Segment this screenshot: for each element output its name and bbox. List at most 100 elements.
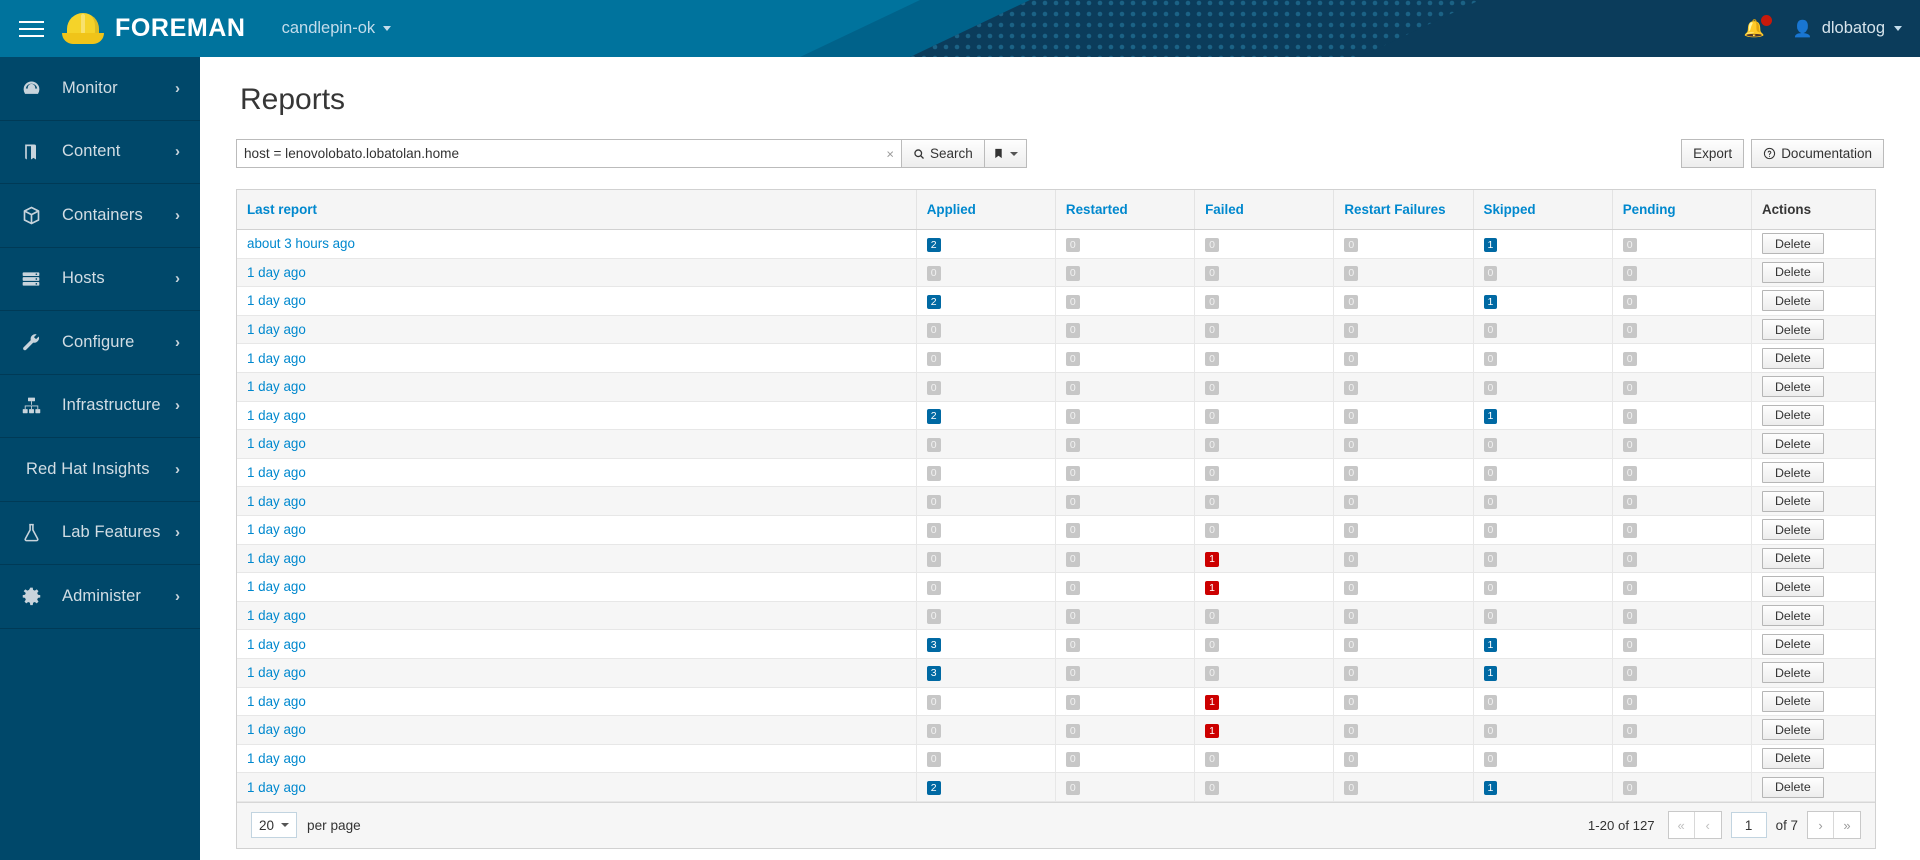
column-header-restart-failures[interactable]: Restart Failures bbox=[1333, 190, 1474, 230]
cell-failed: 0 bbox=[1194, 744, 1335, 774]
delete-button[interactable]: Delete bbox=[1761, 290, 1824, 312]
column-header-pending[interactable]: Pending bbox=[1612, 190, 1752, 230]
status-badge-pending: 0 bbox=[1622, 609, 1637, 624]
delete-button[interactable]: Delete bbox=[1761, 347, 1824, 369]
report-link[interactable]: 1 day ago bbox=[247, 465, 306, 480]
delete-button[interactable]: Delete bbox=[1761, 404, 1824, 426]
first-page-button[interactable]: « bbox=[1668, 812, 1695, 839]
report-link[interactable]: 1 day ago bbox=[247, 293, 306, 308]
cell-restarted: 0 bbox=[1055, 315, 1196, 345]
report-link[interactable]: 1 day ago bbox=[247, 379, 306, 394]
status-badge-pending: 0 bbox=[1622, 266, 1637, 281]
organization-label: candlepin-ok bbox=[281, 19, 376, 37]
report-link[interactable]: 1 day ago bbox=[247, 494, 306, 509]
search-button[interactable]: Search bbox=[901, 139, 985, 168]
documentation-button[interactable]: Documentation bbox=[1751, 139, 1884, 168]
sidebar-item-lab-features[interactable]: Lab Features › bbox=[0, 502, 200, 565]
cell-skipped: 0 bbox=[1473, 458, 1613, 488]
delete-button[interactable]: Delete bbox=[1761, 261, 1824, 283]
cell-pending: 0 bbox=[1612, 343, 1752, 373]
hamburger-icon-bar bbox=[18, 20, 44, 23]
delete-button[interactable]: Delete bbox=[1761, 490, 1824, 512]
delete-button[interactable]: Delete bbox=[1761, 662, 1824, 684]
column-header-skipped[interactable]: Skipped bbox=[1473, 190, 1613, 230]
report-link[interactable]: 1 day ago bbox=[247, 551, 306, 566]
delete-button[interactable]: Delete bbox=[1761, 462, 1824, 484]
user-menu[interactable]: 👤 dlobatog bbox=[1783, 19, 1902, 39]
report-link[interactable]: 1 day ago bbox=[247, 751, 306, 766]
menu-toggle-button[interactable] bbox=[0, 0, 62, 57]
delete-button[interactable]: Delete bbox=[1761, 433, 1824, 455]
sidebar-item-label: Red Hat Insights bbox=[26, 459, 150, 478]
delete-button[interactable]: Delete bbox=[1761, 633, 1824, 655]
report-link[interactable]: 1 day ago bbox=[247, 351, 306, 366]
column-header-failed[interactable]: Failed bbox=[1194, 190, 1335, 230]
export-button[interactable]: Export bbox=[1681, 139, 1745, 168]
cell-failed: 0 bbox=[1194, 629, 1335, 659]
cell-last-report: 1 day ago bbox=[237, 772, 917, 802]
status-badge-applied: 2 bbox=[926, 409, 941, 424]
sidebar-item-infrastructure[interactable]: Infrastructure › bbox=[0, 375, 200, 438]
per-page-select[interactable]: 20 bbox=[251, 812, 298, 839]
organization-selector[interactable]: candlepin-ok bbox=[282, 19, 392, 38]
sidebar-item-red-hat-insights[interactable]: Red Hat Insights › bbox=[0, 438, 200, 502]
report-link[interactable]: 1 day ago bbox=[247, 637, 306, 652]
delete-button[interactable]: Delete bbox=[1761, 605, 1824, 627]
report-link[interactable]: 1 day ago bbox=[247, 780, 306, 795]
search-input[interactable] bbox=[237, 140, 901, 167]
last-page-button[interactable]: » bbox=[1834, 812, 1860, 839]
column-header-restarted[interactable]: Restarted bbox=[1055, 190, 1196, 230]
report-link[interactable]: 1 day ago bbox=[247, 694, 306, 709]
sidebar-item-monitor[interactable]: Monitor › bbox=[0, 57, 200, 121]
page-number-input[interactable] bbox=[1730, 812, 1767, 839]
delete-button[interactable]: Delete bbox=[1761, 233, 1824, 255]
cell-failed: 1 bbox=[1194, 715, 1335, 745]
column-header-applied[interactable]: Applied bbox=[916, 190, 1056, 230]
report-link[interactable]: 1 day ago bbox=[247, 608, 306, 623]
report-link[interactable]: 1 day ago bbox=[247, 665, 306, 680]
search-input-wrapper: × bbox=[236, 139, 901, 168]
status-badge-applied: 0 bbox=[926, 609, 941, 624]
notifications-button[interactable]: 🔔 bbox=[1726, 15, 1783, 37]
table-row: 1 day ago 3 0 0 0 1 0 Delete bbox=[237, 629, 1875, 659]
delete-button[interactable]: Delete bbox=[1761, 776, 1824, 798]
delete-button[interactable]: Delete bbox=[1761, 690, 1824, 712]
delete-button[interactable]: Delete bbox=[1761, 319, 1824, 341]
sidebar-item-hosts[interactable]: Hosts › bbox=[0, 248, 200, 311]
report-link[interactable]: 1 day ago bbox=[247, 722, 306, 737]
cell-pending: 0 bbox=[1612, 315, 1752, 345]
report-link[interactable]: 1 day ago bbox=[247, 522, 306, 537]
sidebar-item-configure[interactable]: Configure › bbox=[0, 311, 200, 375]
column-header-last-report[interactable]: Last report bbox=[237, 190, 917, 230]
clear-search-icon[interactable]: × bbox=[886, 147, 894, 160]
cell-last-report: 1 day ago bbox=[237, 744, 917, 774]
next-page-button[interactable]: › bbox=[1808, 812, 1834, 839]
sidebar-item-containers[interactable]: Containers › bbox=[0, 184, 200, 248]
report-link[interactable]: 1 day ago bbox=[247, 436, 306, 451]
delete-button[interactable]: Delete bbox=[1761, 747, 1824, 769]
delete-button[interactable]: Delete bbox=[1761, 547, 1824, 569]
report-link[interactable]: 1 day ago bbox=[247, 265, 306, 280]
delete-button[interactable]: Delete bbox=[1761, 576, 1824, 598]
cell-restart-failures: 0 bbox=[1333, 286, 1474, 316]
status-badge-pending: 0 bbox=[1622, 409, 1637, 424]
sidebar-item-content[interactable]: Content › bbox=[0, 121, 200, 184]
cell-skipped: 0 bbox=[1473, 601, 1613, 631]
brand-logo[interactable]: FOREMAN bbox=[62, 12, 246, 46]
report-link[interactable]: 1 day ago bbox=[247, 408, 306, 423]
cell-last-report: 1 day ago bbox=[237, 658, 917, 688]
bookmark-dropdown-button[interactable] bbox=[984, 139, 1027, 168]
chevron-right-icon: › bbox=[175, 397, 180, 415]
previous-page-button[interactable]: ‹ bbox=[1694, 812, 1721, 839]
status-badge-restarted: 0 bbox=[1065, 466, 1080, 481]
delete-button[interactable]: Delete bbox=[1761, 719, 1824, 741]
sidebar-item-administer[interactable]: Administer › bbox=[0, 565, 200, 629]
hamburger-icon-bar bbox=[18, 27, 44, 30]
report-link[interactable]: 1 day ago bbox=[247, 579, 306, 594]
status-badge-restart-failures: 0 bbox=[1344, 437, 1359, 453]
report-link[interactable]: about 3 hours ago bbox=[247, 236, 355, 251]
delete-button[interactable]: Delete bbox=[1761, 376, 1824, 398]
delete-button[interactable]: Delete bbox=[1761, 519, 1824, 541]
report-link[interactable]: 1 day ago bbox=[247, 322, 306, 337]
cell-pending: 0 bbox=[1612, 601, 1752, 631]
